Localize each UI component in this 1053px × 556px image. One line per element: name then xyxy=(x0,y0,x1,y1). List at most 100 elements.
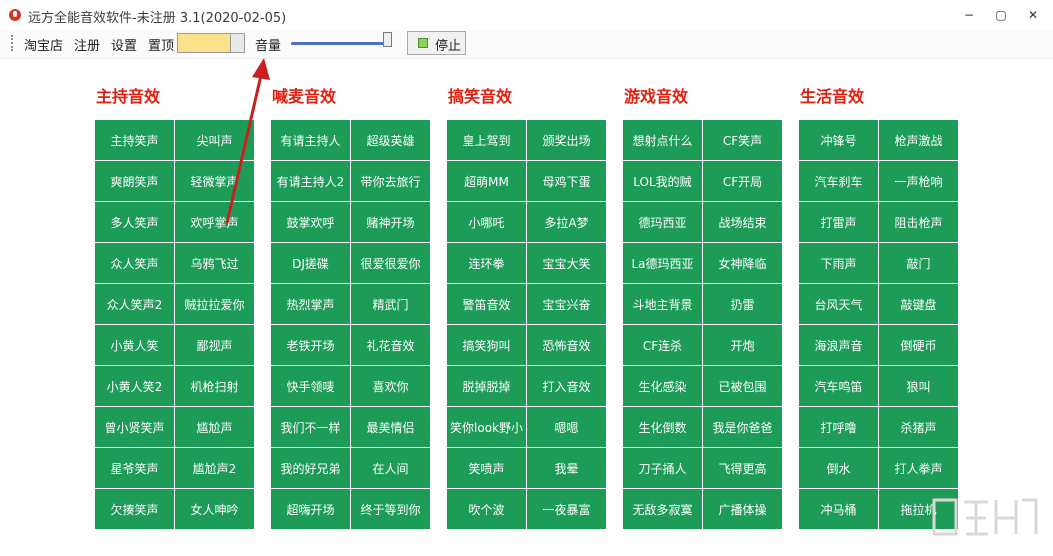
sound-button[interactable]: 开炮 xyxy=(703,325,782,365)
sound-button[interactable]: 倒硬币 xyxy=(879,325,958,365)
sound-button[interactable]: 轻微掌声 xyxy=(175,161,254,201)
sound-button[interactable]: 颁奖出场 xyxy=(527,120,606,160)
sound-button[interactable]: 尖叫声 xyxy=(175,120,254,160)
sound-button[interactable]: CF笑声 xyxy=(703,120,782,160)
sound-button[interactable]: 带你去旅行 xyxy=(351,161,430,201)
sound-button[interactable]: 超嗨开场 xyxy=(271,489,350,529)
sound-button[interactable]: 我是你爸爸 xyxy=(703,407,782,447)
sound-button[interactable]: 笑你look野小 xyxy=(447,407,526,447)
sound-button[interactable]: 尴尬声 xyxy=(175,407,254,447)
sound-button[interactable]: 打入音效 xyxy=(527,366,606,406)
sound-button[interactable]: 终于等到你 xyxy=(351,489,430,529)
sound-button[interactable]: 我们不一样 xyxy=(271,407,350,447)
sound-button[interactable]: 连环拳 xyxy=(447,243,526,283)
sound-button[interactable]: 一夜暴富 xyxy=(527,489,606,529)
sound-button[interactable]: CF连杀 xyxy=(623,325,702,365)
sound-button[interactable]: 广播体操 xyxy=(703,489,782,529)
sound-button[interactable]: 德玛西亚 xyxy=(623,202,702,242)
sound-button[interactable]: 多拉A梦 xyxy=(527,202,606,242)
sound-button[interactable]: 汽车刹车 xyxy=(799,161,878,201)
sound-button[interactable]: 欠揍笑声 xyxy=(95,489,174,529)
color-picker-dropdown-icon[interactable] xyxy=(230,34,244,52)
sound-button[interactable]: 喜欢你 xyxy=(351,366,430,406)
sound-button[interactable]: 宝宝兴奋 xyxy=(527,284,606,324)
sound-button[interactable]: 敲键盘 xyxy=(879,284,958,324)
sound-button[interactable]: 有请主持人2 xyxy=(271,161,350,201)
menu-register[interactable]: 注册 xyxy=(74,35,100,54)
sound-button[interactable]: 冲锋号 xyxy=(799,120,878,160)
sound-button[interactable]: 海浪声音 xyxy=(799,325,878,365)
sound-button[interactable]: 很爱很爱你 xyxy=(351,243,430,283)
sound-button[interactable]: 宝宝大笑 xyxy=(527,243,606,283)
menu-settings[interactable]: 设置 xyxy=(111,35,137,54)
sound-button[interactable]: 在人间 xyxy=(351,448,430,488)
color-picker[interactable] xyxy=(177,33,245,53)
sound-button[interactable]: 枪声激战 xyxy=(879,120,958,160)
sound-button[interactable]: 小哪吒 xyxy=(447,202,526,242)
sound-button[interactable]: 飞得更高 xyxy=(703,448,782,488)
sound-button[interactable]: 快手领唛 xyxy=(271,366,350,406)
sound-button[interactable]: 扔雷 xyxy=(703,284,782,324)
sound-button[interactable]: 众人笑声2 xyxy=(95,284,174,324)
minimize-button[interactable]: − xyxy=(958,6,980,24)
sound-button[interactable]: 斗地主背景 xyxy=(623,284,702,324)
sound-button[interactable]: 多人笑声 xyxy=(95,202,174,242)
sound-button[interactable]: 下雨声 xyxy=(799,243,878,283)
sound-button[interactable]: 我晕 xyxy=(527,448,606,488)
sound-button[interactable]: 欢呼掌声 xyxy=(175,202,254,242)
sound-button[interactable]: 一声枪响 xyxy=(879,161,958,201)
sound-button[interactable]: 笑喷声 xyxy=(447,448,526,488)
sound-button[interactable]: 老铁开场 xyxy=(271,325,350,365)
sound-button[interactable]: 精武门 xyxy=(351,284,430,324)
sound-button[interactable]: 爽朗笑声 xyxy=(95,161,174,201)
sound-button[interactable]: 主持笑声 xyxy=(95,120,174,160)
sound-button[interactable]: DJ搓碟 xyxy=(271,243,350,283)
sound-button[interactable]: 贼拉拉爱你 xyxy=(175,284,254,324)
sound-button[interactable]: 礼花音效 xyxy=(351,325,430,365)
sound-button[interactable]: 搞笑狗叫 xyxy=(447,325,526,365)
sound-button[interactable]: 小黄人笑 xyxy=(95,325,174,365)
sound-button[interactable]: 打人拳声 xyxy=(879,448,958,488)
sound-button[interactable]: 女神降临 xyxy=(703,243,782,283)
sound-button[interactable]: 小黄人笑2 xyxy=(95,366,174,406)
close-button[interactable]: ✕ xyxy=(1022,6,1044,24)
sound-button[interactable]: CF开局 xyxy=(703,161,782,201)
sound-button[interactable]: 皇上驾到 xyxy=(447,120,526,160)
sound-button[interactable]: 杀猪声 xyxy=(879,407,958,447)
sound-button[interactable]: 尴尬声2 xyxy=(175,448,254,488)
volume-slider-track[interactable] xyxy=(291,42,389,45)
sound-button[interactable]: 赌神开场 xyxy=(351,202,430,242)
sound-button[interactable]: 台风天气 xyxy=(799,284,878,324)
sound-button[interactable]: 嗯嗯 xyxy=(527,407,606,447)
sound-button[interactable]: 我的好兄弟 xyxy=(271,448,350,488)
sound-button[interactable]: 战场结束 xyxy=(703,202,782,242)
sound-button[interactable]: 打雷声 xyxy=(799,202,878,242)
volume-slider-thumb[interactable] xyxy=(383,32,392,47)
sound-button[interactable]: 机枪扫射 xyxy=(175,366,254,406)
menu-pin-top[interactable]: 置顶 xyxy=(148,35,174,54)
sound-button[interactable]: 倒水 xyxy=(799,448,878,488)
sound-button[interactable]: 恐怖音效 xyxy=(527,325,606,365)
sound-button[interactable]: LOL我的贼 xyxy=(623,161,702,201)
sound-button[interactable]: 吹个波 xyxy=(447,489,526,529)
sound-button[interactable]: 敲门 xyxy=(879,243,958,283)
sound-button[interactable]: 鼓掌欢呼 xyxy=(271,202,350,242)
sound-button[interactable]: 最美情侣 xyxy=(351,407,430,447)
sound-button[interactable]: 生化倒数 xyxy=(623,407,702,447)
sound-button[interactable]: 曾小贤笑声 xyxy=(95,407,174,447)
sound-button[interactable]: 母鸡下蛋 xyxy=(527,161,606,201)
sound-button[interactable]: 众人笑声 xyxy=(95,243,174,283)
sound-button[interactable]: 脱掉脱掉 xyxy=(447,366,526,406)
sound-button[interactable]: 乌鸦飞过 xyxy=(175,243,254,283)
sound-button[interactable]: 狼叫 xyxy=(879,366,958,406)
sound-button[interactable]: 鄙视声 xyxy=(175,325,254,365)
sound-button[interactable]: 阻击枪声 xyxy=(879,202,958,242)
sound-button[interactable]: 冲马桶 xyxy=(799,489,878,529)
sound-button[interactable]: 汽车鸣笛 xyxy=(799,366,878,406)
sound-button[interactable]: 刀子捅人 xyxy=(623,448,702,488)
sound-button[interactable]: 已被包围 xyxy=(703,366,782,406)
maximize-button[interactable]: ▢ xyxy=(990,6,1012,24)
sound-button[interactable]: La德玛西亚 xyxy=(623,243,702,283)
sound-button[interactable]: 女人呻吟 xyxy=(175,489,254,529)
sound-button[interactable]: 超级英雄 xyxy=(351,120,430,160)
